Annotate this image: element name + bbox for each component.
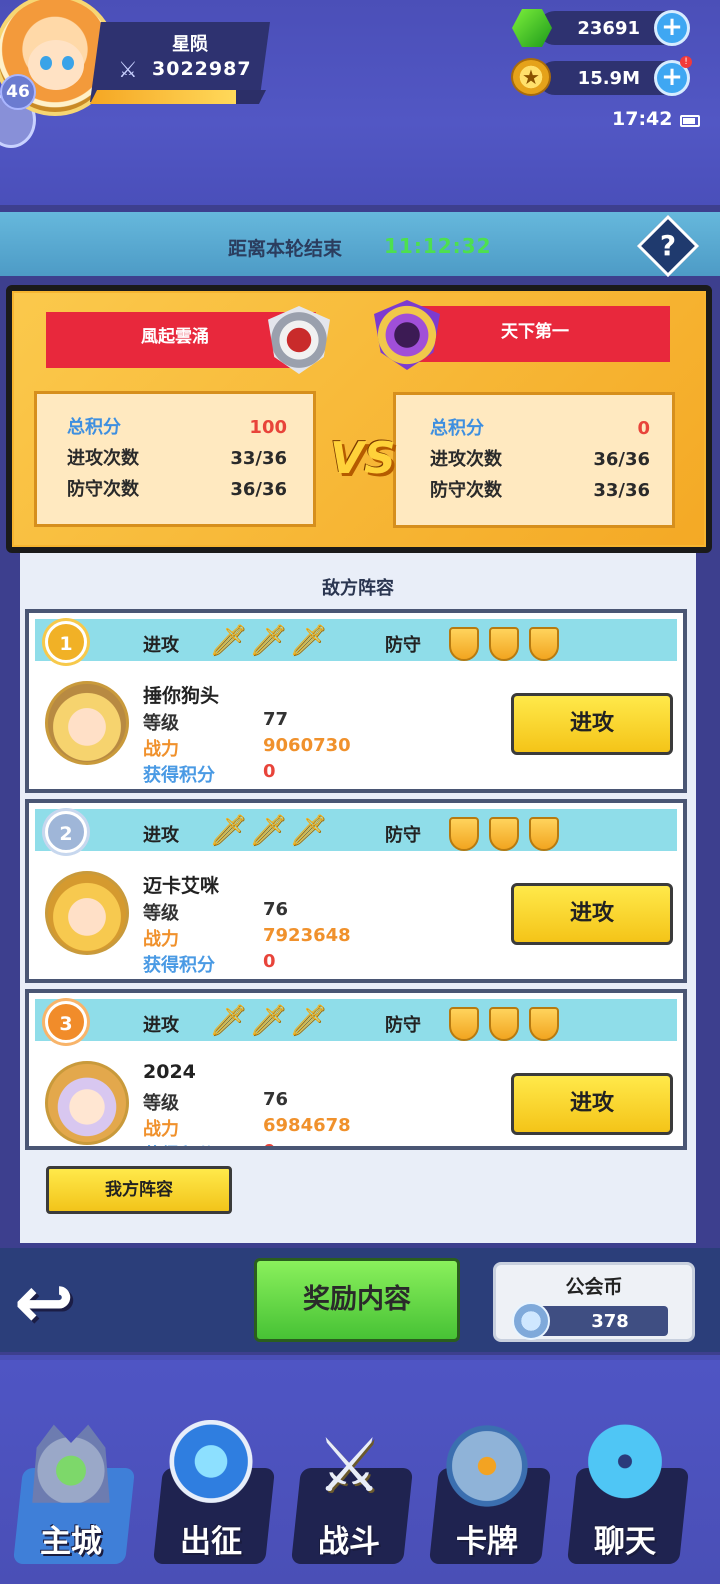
sword-icon: 🗡	[249, 623, 288, 658]
level-label: 等级	[143, 1093, 179, 1114]
enemy-name: 捶你狗头	[143, 685, 220, 707]
sword-icon: 🗡	[289, 623, 328, 658]
rank-badge: 3	[45, 1001, 87, 1043]
rank-badge: 1	[45, 621, 87, 663]
enemy-card-header: 2 进攻 🗡 🗡 🗡 防守	[35, 809, 677, 853]
enemy-avatar[interactable]	[45, 1061, 129, 1145]
nav-label: 卡牌	[456, 1524, 518, 1560]
nav-label: 战斗	[318, 1524, 380, 1560]
level-value: 77	[263, 709, 289, 730]
nav-label: 聊天	[594, 1524, 656, 1560]
shield-icon	[529, 627, 559, 661]
power-value: 7923648	[263, 925, 351, 946]
enemy-card: 2 进攻 🗡 🗡 🗡 防守 迈卡艾咪 等级 76 战力 7923648 获得积分 0 进攻	[25, 799, 687, 983]
attack-label: 进攻	[143, 635, 179, 656]
power-value: 9060730	[263, 735, 351, 756]
points-label: 获得积分	[143, 1141, 215, 1146]
shield-icon	[529, 1007, 559, 1041]
points-value: 0	[263, 761, 276, 782]
nav-item-expedition[interactable]: 出征	[150, 1420, 276, 1570]
nav-label: 出征	[180, 1524, 242, 1560]
attack-button[interactable]: 进攻	[511, 693, 673, 755]
nav-item-cards[interactable]: 卡牌	[426, 1420, 552, 1570]
points-value: 0	[263, 951, 276, 972]
banner-shield-icon	[168, 1420, 254, 1512]
reward-content-button[interactable]: 奖励内容	[254, 1258, 460, 1342]
enemy-name: 2024	[143, 1061, 196, 1083]
crossed-swords-icon: ⚔	[315, 1423, 383, 1509]
sword-icon: 🗡	[289, 1003, 328, 1038]
enemy-card-header: 3 进攻 🗡 🗡 🗡 防守	[35, 999, 677, 1043]
knight-helmet-icon	[444, 1420, 530, 1512]
sword-icon: 🗡	[249, 813, 288, 848]
power-value: 6984678	[263, 1115, 351, 1136]
guild-coin-value: 378	[591, 1311, 629, 1332]
level-value: 76	[263, 899, 289, 920]
shield-icon	[489, 1007, 519, 1041]
sword-icon: 🗡	[289, 813, 328, 848]
level-label: 等级	[143, 903, 179, 924]
rank-badge: 2	[45, 811, 87, 853]
level-label: 等级	[143, 713, 179, 734]
castle-icon	[32, 1424, 110, 1503]
attack-label: 进攻	[143, 1015, 179, 1036]
defense-label: 防守	[385, 825, 421, 846]
shield-icon	[449, 627, 479, 661]
shield-icon	[489, 627, 519, 661]
level-value: 76	[263, 1089, 289, 1110]
sword-icon: 🗡	[209, 1003, 248, 1038]
shield-icon	[449, 1007, 479, 1041]
guild-coin-icon	[512, 1302, 550, 1340]
sword-icon: 🗡	[209, 813, 248, 848]
sword-icon: 🗡	[249, 1003, 288, 1038]
shield-icon	[529, 817, 559, 851]
defense-label: 防守	[385, 635, 421, 656]
shield-icon	[449, 817, 479, 851]
points-label: 获得积分	[143, 765, 215, 786]
enemy-list[interactable]: 1 进攻 🗡 🗡 🗡 防守 捶你狗头 等级 77 战力 9060730 获得积分 0 进攻 2 进攻 🗡 🗡 🗡 防守…	[0, 0, 720, 1150]
points-value: 0	[263, 1141, 276, 1146]
enemy-card-header: 1 进攻 🗡 🗡 🗡 防守	[35, 619, 677, 663]
enemy-avatar[interactable]	[45, 871, 129, 955]
power-label: 战力	[143, 1119, 179, 1140]
attack-button[interactable]: 进攻	[511, 1073, 673, 1135]
my-lineup-button[interactable]: 我方阵容	[46, 1166, 232, 1214]
defense-label: 防守	[385, 1015, 421, 1036]
attack-button[interactable]: 进攻	[511, 883, 673, 945]
enemy-name: 迈卡艾咪	[143, 875, 220, 897]
power-label: 战力	[143, 929, 179, 950]
power-label: 战力	[143, 739, 179, 760]
sword-icon: 🗡	[209, 623, 248, 658]
enemy-avatar[interactable]	[45, 681, 129, 765]
shield-icon	[489, 817, 519, 851]
attack-label: 进攻	[143, 825, 179, 846]
enemy-card: 3进攻🗡🗡🗡防守2024等级76战力6984678获得积分0进攻	[25, 989, 687, 1150]
nav-item-battle[interactable]: ⚔ 战斗	[288, 1420, 414, 1570]
enemy-card: 1 进攻 🗡 🗡 🗡 防守 捶你狗头 等级 77 战力 9060730 获得积分 0 进攻	[25, 609, 687, 793]
nav-item-chat[interactable]: 聊天	[564, 1420, 690, 1570]
back-arrow-icon[interactable]: ↩	[14, 1266, 118, 1340]
guild-coin-label: 公会币	[565, 1276, 623, 1298]
nav-item-home[interactable]: 主城	[10, 1420, 136, 1570]
chat-bubble-icon	[582, 1420, 668, 1512]
points-label: 获得积分	[143, 955, 215, 976]
nav-label: 主城	[40, 1524, 102, 1560]
